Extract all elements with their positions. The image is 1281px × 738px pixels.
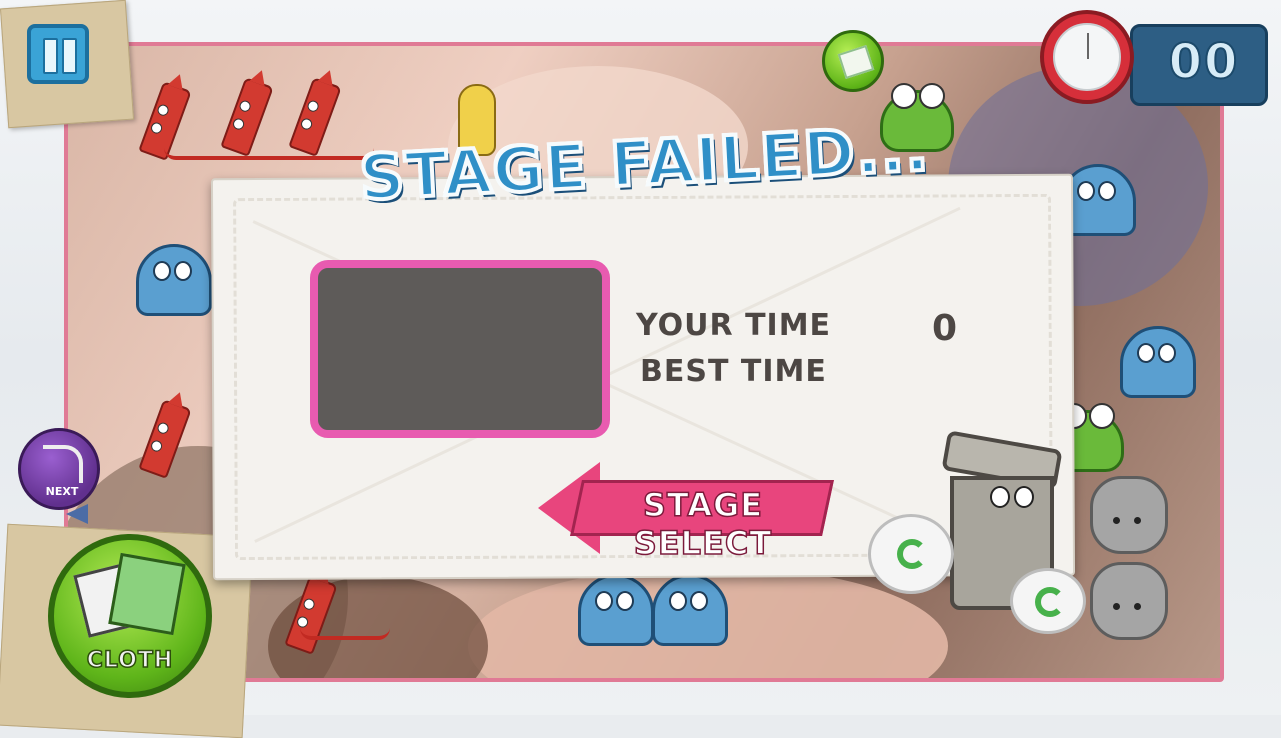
- tool-arrow-icon[interactable]: [66, 504, 88, 524]
- cash-icon[interactable]: [822, 30, 884, 92]
- blue-slime-critter: [1120, 326, 1196, 398]
- crayon-scribble: [164, 140, 374, 160]
- pause-icon-bar: [62, 38, 77, 74]
- recycle-bag-icon: [1010, 568, 1086, 634]
- stopwatch-face: [1053, 23, 1121, 91]
- your-time-value: 0: [932, 308, 958, 349]
- blue-slime-critter: [578, 574, 654, 646]
- stage-preview-image: [310, 260, 610, 438]
- timer-value: 00: [1168, 33, 1240, 91]
- crayon-scribble: [300, 620, 390, 640]
- stopwatch-icon: [1040, 10, 1134, 104]
- stopwatch-hand: [1087, 33, 1089, 59]
- cloth-icon-back: [108, 552, 186, 636]
- cloth-label: CLOTH: [86, 647, 174, 674]
- stage-select-button[interactable]: STAGE SELECT: [538, 462, 834, 563]
- pause-button[interactable]: [27, 24, 89, 84]
- recycle-bag-icon: [868, 514, 954, 594]
- blue-slime-critter: [136, 244, 212, 316]
- best-time-label: BEST TIME: [640, 354, 827, 389]
- your-time-label: YOUR TIME: [636, 308, 832, 343]
- rock-critter: [1090, 476, 1168, 554]
- next-label: NEXT: [45, 485, 79, 498]
- cloth-tool-button[interactable]: CLOTH: [48, 534, 212, 698]
- stage-select-label: STAGE SELECT: [633, 485, 773, 563]
- pause-icon: [43, 38, 58, 74]
- next-tool-button[interactable]: NEXT: [18, 428, 100, 510]
- vacuum-icon: [43, 445, 83, 483]
- blue-slime-critter: [652, 574, 728, 646]
- rock-critter: [1090, 562, 1168, 640]
